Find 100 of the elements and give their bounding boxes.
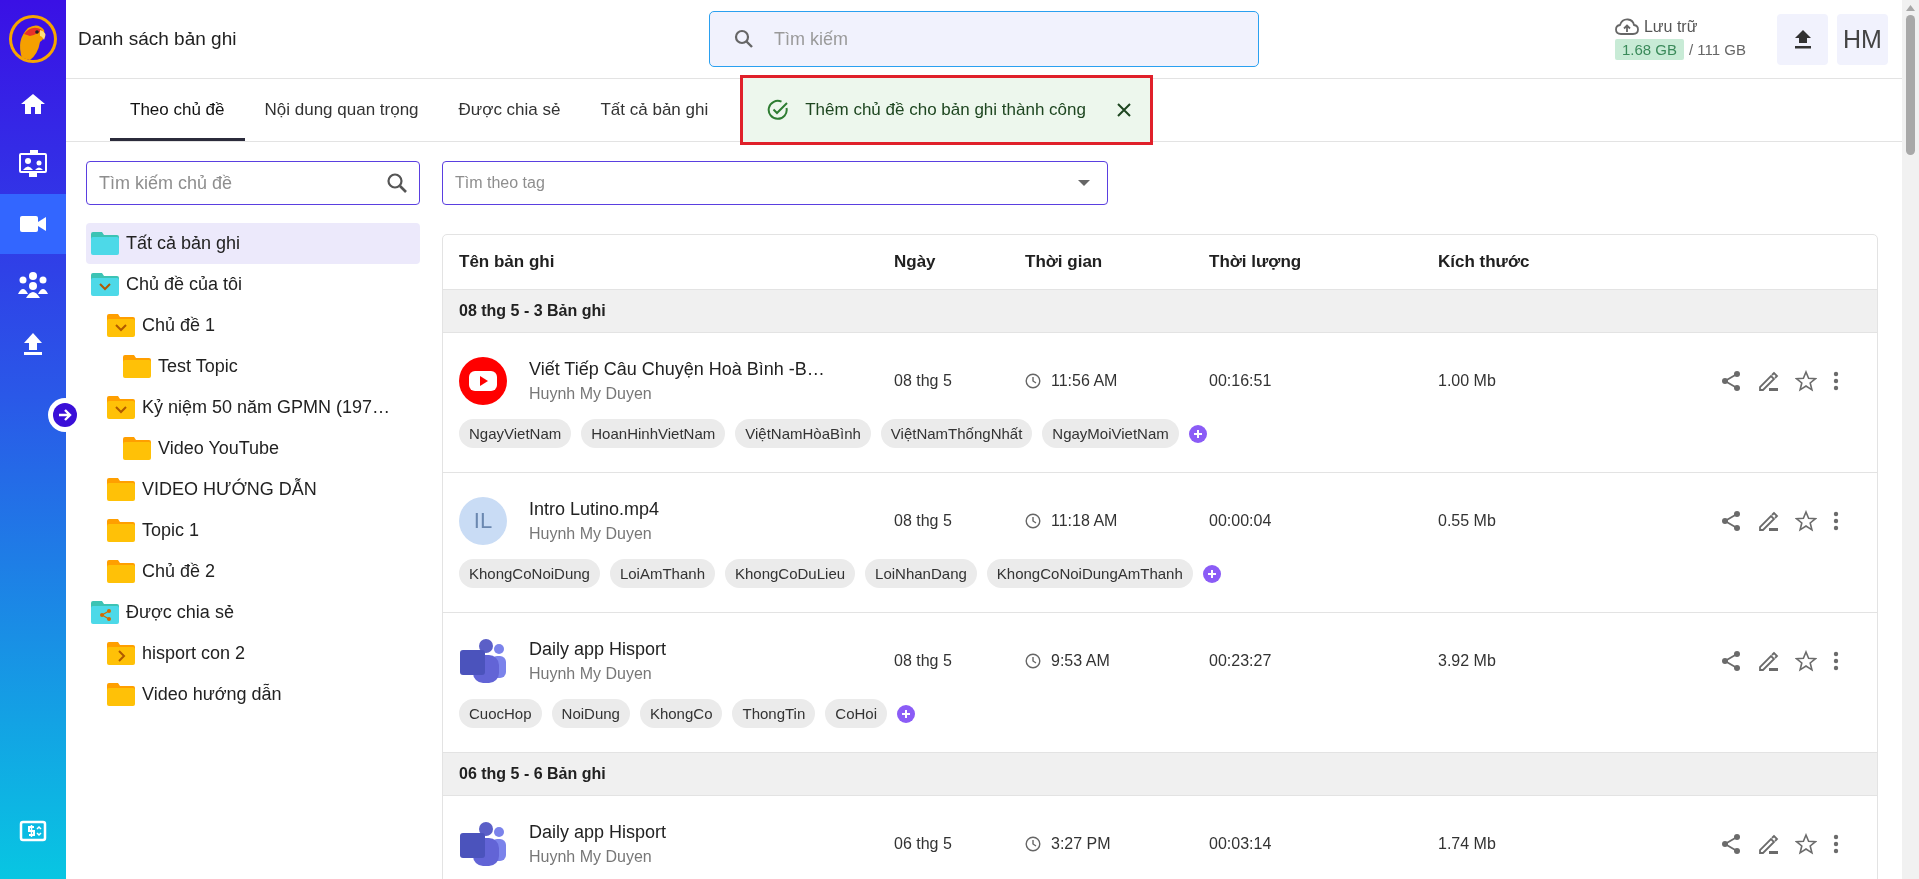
tag-chip[interactable]: CoHoi bbox=[825, 699, 887, 728]
tree-item[interactable]: Chủ đề 2 bbox=[86, 551, 420, 592]
tag-chip[interactable]: KhongCoNoiDungAmThanh bbox=[986, 559, 1193, 588]
column-header: Thời gian bbox=[1025, 252, 1103, 272]
tab[interactable]: Nội dung quan trọng bbox=[244, 82, 439, 141]
folder-icon bbox=[106, 559, 136, 584]
star-button[interactable] bbox=[1795, 650, 1817, 672]
scrollbar[interactable] bbox=[1902, 0, 1919, 879]
more-button[interactable] bbox=[1833, 511, 1839, 531]
tree-item[interactable]: Test Topic bbox=[86, 346, 420, 387]
billing-icon bbox=[19, 819, 47, 843]
tag-chip[interactable]: NoiDung bbox=[551, 699, 630, 728]
edit-button[interactable] bbox=[1757, 510, 1779, 532]
star-icon bbox=[1795, 650, 1817, 672]
owner-name: Huynh My Duyen bbox=[529, 848, 653, 866]
tag-chip[interactable]: LoiAmThanh bbox=[609, 559, 715, 588]
folder-icon bbox=[122, 354, 152, 379]
date-cell: 06 thg 5 bbox=[894, 835, 952, 853]
initials-avatar: IL bbox=[459, 497, 507, 545]
add-tag-button[interactable] bbox=[1202, 564, 1221, 583]
star-button[interactable] bbox=[1795, 510, 1817, 532]
more-button[interactable] bbox=[1833, 371, 1839, 391]
upload-icon bbox=[1793, 29, 1812, 49]
group-header: 08 thg 5 - 3 Bản ghi bbox=[443, 290, 1877, 333]
tree-item[interactable]: hisport con 2 bbox=[86, 633, 420, 674]
tree-item[interactable]: Tất cả bản ghi bbox=[86, 223, 420, 264]
scrollbar-thumb[interactable] bbox=[1906, 15, 1915, 155]
tree-item[interactable]: Video hướng dẫn bbox=[86, 674, 420, 715]
tag-chip[interactable]: ViệtNamThốngNhất bbox=[880, 419, 1033, 448]
size-cell: 1.00 Mb bbox=[1438, 372, 1496, 390]
add-tag-button[interactable] bbox=[1188, 424, 1207, 443]
time-cell: 11:56 AM bbox=[1051, 372, 1118, 390]
nav-button[interactable] bbox=[0, 194, 66, 254]
people-group-icon bbox=[17, 270, 49, 298]
star-button[interactable] bbox=[1795, 833, 1817, 855]
more-button[interactable] bbox=[1833, 834, 1839, 854]
toast-message: Thêm chủ đề cho bản ghi thành công bbox=[805, 100, 1086, 120]
share-button[interactable] bbox=[1721, 510, 1741, 532]
share-button[interactable] bbox=[1721, 370, 1741, 392]
recording-title[interactable]: Viết Tiếp Câu Chuyện Hoà Bình -B… bbox=[529, 359, 825, 380]
more-icon bbox=[1833, 511, 1839, 531]
tag-chip[interactable]: HoanHinhVietNam bbox=[581, 419, 726, 448]
recording-title[interactable]: Daily app Hisport bbox=[529, 822, 667, 843]
tree-item[interactable]: Video YouTube bbox=[86, 428, 420, 469]
star-icon bbox=[1795, 510, 1817, 532]
more-button[interactable] bbox=[1833, 651, 1839, 671]
edit-button[interactable] bbox=[1757, 650, 1779, 672]
home-icon bbox=[20, 92, 46, 116]
folder-icon bbox=[106, 477, 136, 502]
duration-cell: 00:16:51 bbox=[1209, 372, 1272, 390]
tag-chip[interactable]: KhongCoNoiDung bbox=[459, 559, 600, 588]
date-cell: 08 thg 5 bbox=[894, 372, 952, 390]
page-title: Danh sách bản ghi bbox=[77, 28, 237, 50]
time-cell: 11:18 AM bbox=[1051, 512, 1118, 530]
folder-icon bbox=[106, 682, 136, 707]
user-avatar-button[interactable]: HM bbox=[1837, 13, 1888, 65]
storage-total: / 111 GB bbox=[1689, 41, 1746, 58]
edit-icon bbox=[1757, 650, 1779, 672]
tree-item[interactable]: Topic 1 bbox=[86, 510, 420, 551]
recording-title[interactable]: Daily app Hisport bbox=[529, 639, 667, 660]
edit-icon bbox=[1757, 370, 1779, 392]
tag-chip[interactable]: KhongCo bbox=[639, 699, 723, 728]
recording-title[interactable]: Intro Lutino.mp4 bbox=[529, 499, 660, 520]
tree-item[interactable]: Kỷ niệm 50 năm GPMN (197… bbox=[86, 387, 420, 428]
tag-chip[interactable]: ThongTin bbox=[732, 699, 816, 728]
add-tag-button[interactable] bbox=[897, 704, 915, 723]
tab[interactable]: Tất cả bản ghi bbox=[580, 82, 729, 141]
tree-item[interactable]: Chủ đề 1 bbox=[86, 305, 420, 346]
edit-button[interactable] bbox=[1757, 833, 1779, 855]
tab[interactable]: Theo chủ đề bbox=[110, 82, 245, 141]
share-button[interactable] bbox=[1721, 650, 1741, 672]
more-icon bbox=[1833, 371, 1839, 391]
topic-search-field[interactable]: Tìm kiếm chủ đề bbox=[86, 161, 420, 205]
upload-button[interactable] bbox=[1777, 13, 1828, 65]
tree-item[interactable]: Chủ đề của tôi bbox=[86, 264, 420, 305]
tab[interactable]: Được chia sẻ bbox=[438, 82, 581, 141]
storage-used: 1.68 GB bbox=[1614, 39, 1684, 60]
tag-chip[interactable]: ViệtNamHòaBình bbox=[735, 419, 871, 448]
caret-icon bbox=[1078, 180, 1090, 186]
storage-label: Lưu trữ bbox=[1643, 18, 1698, 36]
search-icon bbox=[386, 172, 408, 194]
edit-button[interactable] bbox=[1757, 370, 1779, 392]
tree-item[interactable]: VIDEO HƯỚNG DẪN bbox=[86, 469, 420, 510]
edit-icon bbox=[1757, 510, 1779, 532]
tag-filter-dropdown[interactable]: Tìm theo tag bbox=[442, 161, 1108, 205]
cloud-upload-icon bbox=[1614, 18, 1639, 36]
tag-chip[interactable]: KhongCoDuLieu bbox=[725, 559, 856, 588]
tag-chip[interactable]: CuocHop bbox=[459, 699, 542, 728]
search-field[interactable]: Tìm kiếm bbox=[709, 11, 1259, 67]
tree-item[interactable]: Được chia sẻ bbox=[86, 592, 420, 633]
tag-chip[interactable]: NgayMoiVietNam bbox=[1042, 419, 1179, 448]
star-button[interactable] bbox=[1795, 370, 1817, 392]
share-icon bbox=[1721, 650, 1741, 672]
tag-chip[interactable]: LoiNhanDang bbox=[865, 559, 977, 588]
date-cell: 08 thg 5 bbox=[894, 652, 952, 670]
size-cell: 0.55 Mb bbox=[1438, 512, 1496, 530]
duration-cell: 00:23:27 bbox=[1209, 652, 1272, 670]
tag-chip[interactable]: NgayVietNam bbox=[459, 419, 572, 448]
share-button[interactable] bbox=[1721, 833, 1741, 855]
close-button[interactable] bbox=[1115, 102, 1132, 118]
